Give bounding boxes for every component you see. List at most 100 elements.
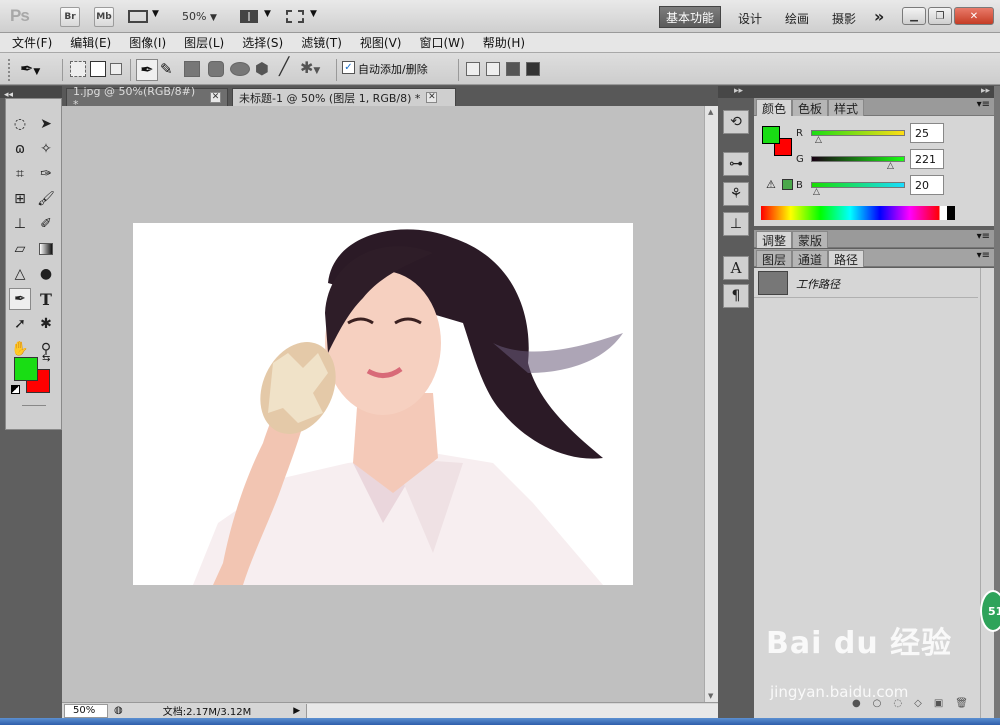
panel-menu-icon[interactable]: ▾≡ [977, 250, 990, 261]
b-slider-thumb-icon[interactable]: △ [813, 187, 820, 197]
view-extras-dropdown[interactable]: ▼ [128, 9, 160, 26]
lasso-tool[interactable]: ɷ [9, 138, 31, 160]
polygon-shape-icon[interactable]: ⬢ [255, 59, 269, 78]
healing-brush-tool[interactable]: ⊞ [9, 188, 31, 210]
path-row-work-path[interactable]: 工作路径 [754, 268, 978, 298]
history-brush-tool[interactable]: ✐ [35, 213, 57, 235]
foreground-color-swatch[interactable] [14, 357, 38, 381]
quick-mask-button[interactable] [22, 405, 46, 406]
gradient-tool[interactable] [35, 238, 57, 260]
menu-select[interactable]: 选择(S) [242, 34, 283, 51]
intersect-shape-icon[interactable] [506, 62, 520, 76]
workspace-painting[interactable]: 绘画 [785, 10, 809, 27]
workspace-photography[interactable]: 摄影 [832, 10, 856, 27]
rectangle-shape-icon[interactable] [184, 61, 200, 77]
menu-help[interactable]: 帮助(H) [483, 34, 525, 51]
menu-window[interactable]: 窗口(W) [419, 34, 464, 51]
tab-1-jpg[interactable]: 1.jpg @ 50%(RGB/8#) * ✕ [66, 85, 228, 111]
menu-layer[interactable]: 图层(L) [184, 34, 224, 51]
tab-color[interactable]: 颜色 [756, 99, 793, 116]
g-value-field[interactable]: 221 [910, 149, 944, 169]
zoom-field[interactable]: 50% [64, 703, 108, 718]
horizontal-scrollbar[interactable] [306, 703, 718, 718]
menu-file[interactable]: 文件(F) [12, 34, 52, 51]
tab-masks[interactable]: 蒙版 [792, 231, 829, 248]
panel-menu-icon[interactable]: ▾≡ [977, 231, 990, 242]
paragraph-panel-icon[interactable]: ¶ [723, 284, 749, 308]
menu-filter[interactable]: 滤镜(T) [301, 34, 342, 51]
gamut-warning-icon[interactable]: ⚠ [766, 178, 776, 191]
make-path-icon[interactable]: ◇ [914, 698, 922, 716]
exclude-shape-icon[interactable] [526, 62, 540, 76]
new-path-icon[interactable]: ▣ [934, 698, 943, 716]
r-value-field[interactable]: 25 [910, 123, 944, 143]
close-icon[interactable]: ✕ [210, 92, 221, 103]
auto-add-delete-checkbox[interactable]: ✓ [342, 61, 355, 74]
tab-channels[interactable]: 通道 [792, 250, 829, 267]
history-panel-icon[interactable]: ⟲ [723, 110, 749, 134]
tab-adjustments[interactable]: 调整 [756, 231, 793, 248]
shape-layers-icon[interactable] [70, 61, 86, 77]
freeform-pen-icon[interactable]: ✎ [160, 60, 173, 78]
screen-mode-dropdown[interactable]: ▼ [286, 9, 320, 26]
panel-menu-icon[interactable]: ▾≡ [977, 99, 990, 110]
options-grip[interactable] [8, 59, 13, 81]
workspace-design[interactable]: 设计 [738, 10, 762, 27]
default-colors-icon[interactable] [11, 385, 20, 394]
mini-bridge-button[interactable]: Mb [94, 7, 114, 27]
vertical-scrollbar[interactable]: ▲ ▼ [704, 106, 718, 702]
gamut-color-swatch[interactable] [782, 179, 793, 190]
arrange-documents-dropdown[interactable]: ▼ [240, 9, 272, 26]
scroll-up-icon[interactable]: ▲ [708, 108, 713, 116]
blur-tool[interactable]: △ [9, 263, 31, 285]
crop-tool[interactable]: ⌗ [9, 163, 31, 185]
actions-panel-icon[interactable]: ⊶ [723, 152, 749, 176]
close-icon[interactable]: ✕ [426, 92, 438, 103]
line-shape-icon[interactable]: ╱ [279, 57, 289, 77]
delete-path-icon[interactable]: 🗑 [955, 698, 968, 716]
ellipse-shape-icon[interactable] [230, 62, 250, 76]
foreground-color-box[interactable] [762, 126, 780, 144]
r-slider-thumb-icon[interactable]: △ [815, 135, 822, 145]
g-slider-thumb-icon[interactable]: △ [887, 161, 894, 171]
dodge-tool[interactable]: ● [35, 263, 57, 285]
toolbox-dock-header[interactable]: ◂◂ [0, 86, 62, 100]
tab-styles[interactable]: 样式 [828, 99, 865, 116]
menu-edit[interactable]: 编辑(E) [70, 34, 111, 51]
minimize-button[interactable]: ▁ [902, 7, 926, 25]
swap-colors-icon[interactable]: ⇆ [42, 353, 50, 364]
bridge-button[interactable]: Br [60, 7, 80, 27]
brush-tool[interactable]: 🖌 [35, 188, 57, 210]
color-spectrum-bar[interactable] [761, 206, 955, 220]
marquee-tool[interactable]: ◌ [9, 113, 31, 135]
status-menu-arrow-icon[interactable]: ▶ [293, 706, 300, 716]
tab-layers[interactable]: 图层 [756, 250, 793, 267]
custom-shape-icon[interactable]: ✱▼ [300, 58, 320, 77]
custom-shape-tool[interactable]: ✱ [35, 313, 57, 335]
pen-tool-preset-picker[interactable]: ✒▼ [20, 59, 40, 78]
paths-mode-icon[interactable] [90, 61, 106, 77]
fill-pixels-icon[interactable] [110, 63, 122, 75]
character-panel-icon[interactable]: A [723, 256, 749, 280]
rounded-rectangle-icon[interactable] [208, 61, 224, 77]
type-tool[interactable]: T [35, 288, 57, 310]
restore-button[interactable]: ❐ [928, 7, 952, 25]
quick-selection-tool[interactable]: ✧ [35, 138, 57, 160]
clone-stamp-tool[interactable]: ⊥ [9, 213, 31, 235]
more-workspaces-button[interactable]: » [874, 7, 884, 26]
clone-source-icon[interactable]: ⊥ [723, 212, 749, 236]
document-image[interactable] [133, 223, 633, 585]
eyedropper-tool[interactable]: ✑ [35, 163, 57, 185]
close-window-button[interactable]: ✕ [954, 7, 994, 25]
tab-untitled-1[interactable]: 未标题-1 @ 50% (图层 1, RGB/8) * ✕ [232, 88, 456, 106]
move-tool[interactable]: ➤ [35, 113, 57, 135]
path-selection-tool[interactable]: ➚ [9, 313, 31, 335]
menu-image[interactable]: 图像(I) [129, 34, 166, 51]
b-value-field[interactable]: 20 [910, 175, 944, 195]
collapse-dock-icon[interactable]: ▸▸ [754, 86, 994, 98]
zoom-level-dropdown[interactable]: 50% ▼ [182, 10, 217, 23]
tab-paths[interactable]: 路径 [828, 250, 865, 267]
eraser-tool[interactable]: ▱ [9, 238, 31, 260]
pen-mode-icon[interactable]: ✒ [136, 59, 158, 81]
r-slider[interactable] [811, 130, 905, 136]
